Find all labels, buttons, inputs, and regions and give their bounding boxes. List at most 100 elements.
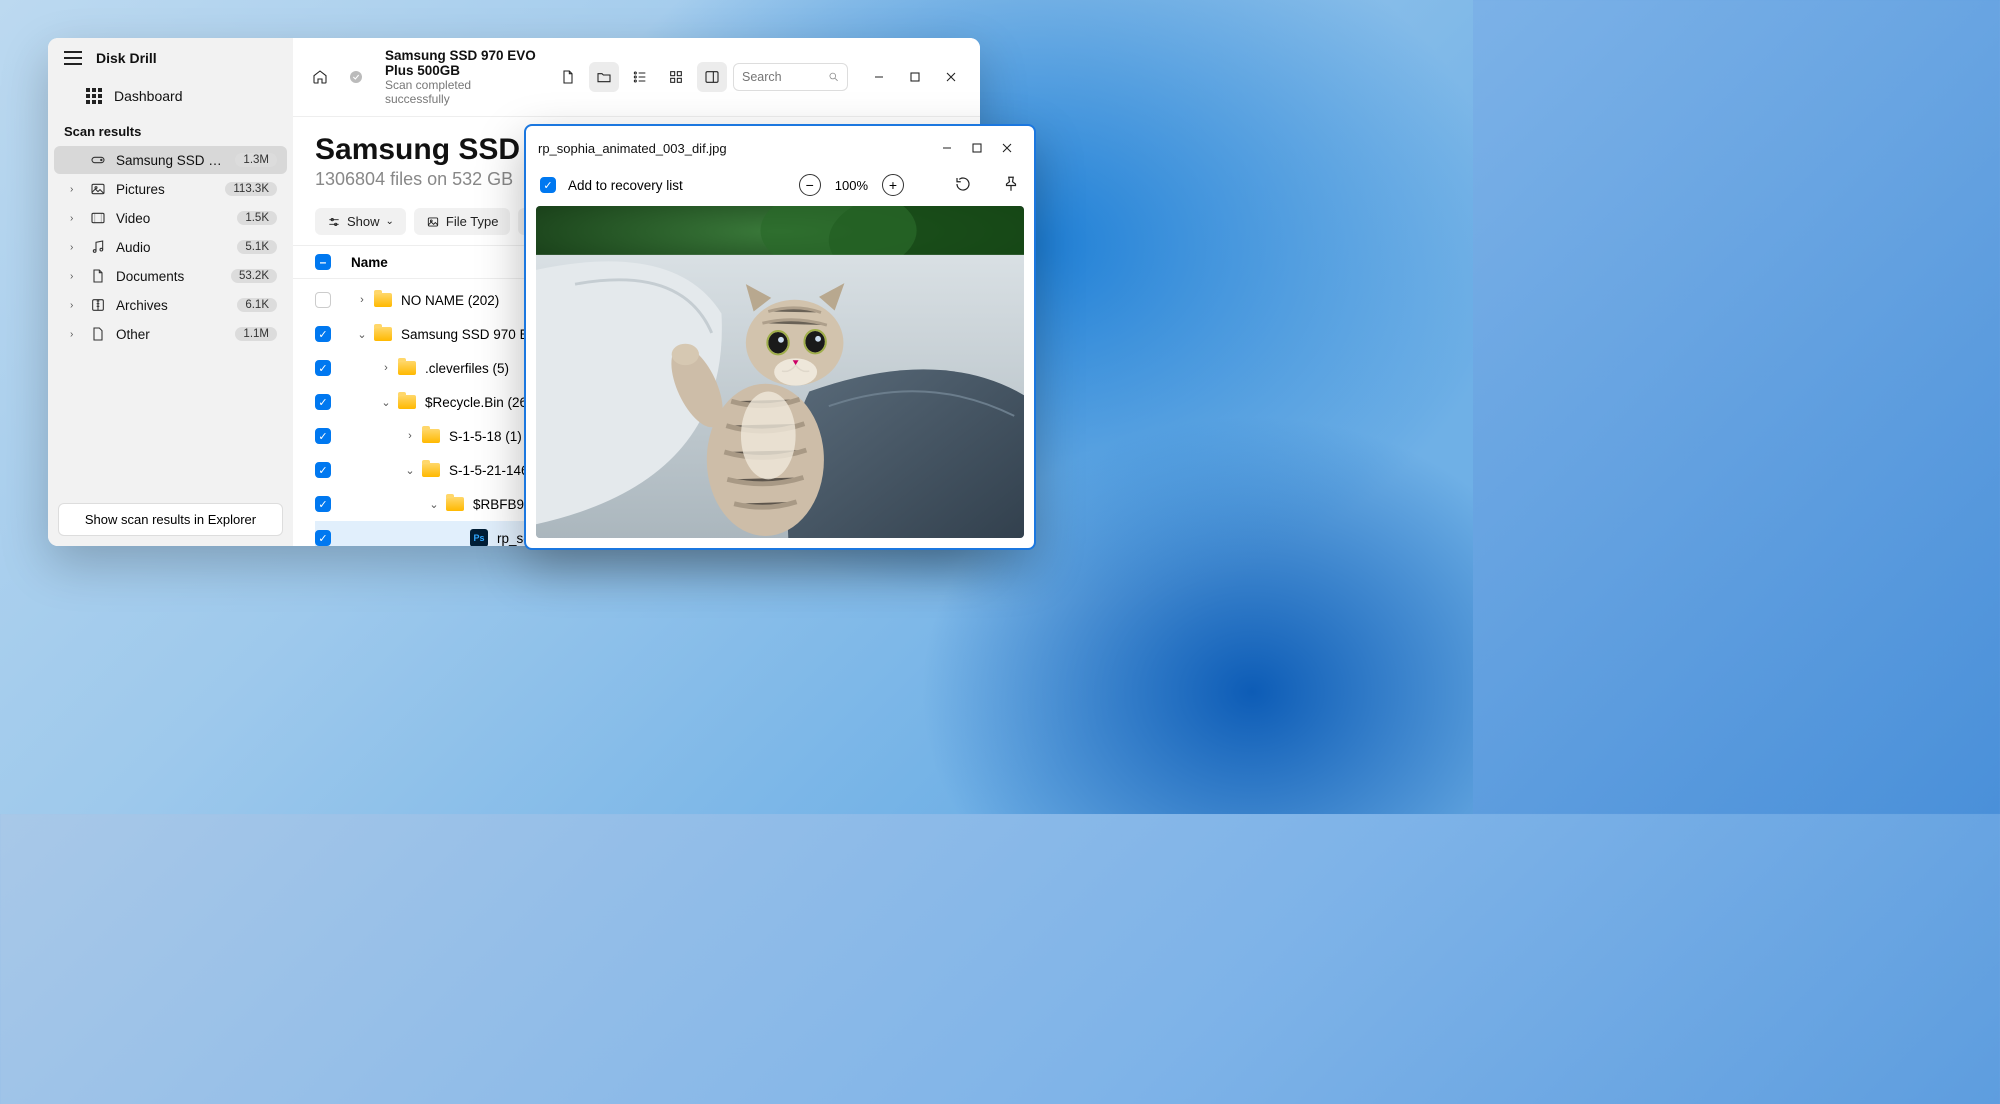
preview-panel-icon[interactable] (697, 62, 727, 92)
home-icon[interactable] (305, 62, 335, 92)
row-checkbox[interactable] (315, 360, 331, 376)
preview-window: rp_sophia_animated_003_dif.jpg Add to re… (524, 124, 1036, 550)
show-filter-label: Show (347, 214, 380, 229)
chevron-right-icon[interactable]: › (355, 294, 369, 306)
maximize-button[interactable] (898, 62, 932, 92)
sidebar-item-label: Documents (116, 269, 221, 284)
preview-maximize-button[interactable] (962, 134, 992, 162)
row-checkbox[interactable] (315, 326, 331, 342)
sidebar-item-label: Audio (116, 240, 227, 255)
chevron-right-icon[interactable]: › (403, 430, 417, 442)
search-box[interactable] (733, 63, 848, 91)
close-button[interactable] (934, 62, 968, 92)
revert-icon[interactable] (954, 175, 972, 196)
preview-toolbar: Add to recovery list − 100% + (526, 170, 1034, 206)
sidebar: Disk Drill Dashboard Scan results Samsun… (48, 38, 293, 546)
chevron-right-icon[interactable]: › (379, 362, 393, 374)
add-to-recovery-checkbox[interactable] (540, 177, 556, 193)
pin-icon[interactable] (1002, 175, 1020, 196)
photoshop-file-icon: Ps (469, 528, 489, 546)
sidebar-item-count: 1.1M (235, 327, 277, 341)
sidebar-item-label: Pictures (116, 182, 215, 197)
document-icon (90, 268, 106, 284)
chevron-right-icon: › (70, 213, 80, 224)
file-type-filter-button[interactable]: File Type (414, 208, 511, 235)
chevron-down-icon[interactable]: ⌄ (355, 328, 369, 341)
sidebar-item-other[interactable]: ›Other1.1M (54, 320, 287, 348)
dashboard-nav[interactable]: Dashboard (48, 78, 293, 114)
chevron-right-icon: › (70, 242, 80, 253)
row-checkbox[interactable] (315, 428, 331, 444)
topbar-title: Samsung SSD 970 EVO Plus 500GB (385, 48, 539, 78)
search-input[interactable] (742, 70, 822, 84)
chevron-right-icon: › (70, 184, 80, 195)
sidebar-item-archive[interactable]: › Archives 6.1K (54, 291, 287, 319)
preview-titlebar: rp_sophia_animated_003_dif.jpg (526, 126, 1034, 170)
row-checkbox[interactable] (315, 292, 331, 308)
topbar: Samsung SSD 970 EVO Plus 500GB Scan comp… (293, 38, 980, 117)
chevron-down-icon[interactable]: ⌄ (427, 498, 441, 511)
picture-icon (90, 181, 106, 197)
sidebar-section-header: Scan results (48, 114, 293, 145)
sidebar-item-drive[interactable]: Samsung SSD 970 EVO...1.3M (54, 146, 287, 174)
chevron-right-icon: › (70, 300, 80, 311)
chevron-down-icon: ⌄ (386, 216, 394, 227)
folder-icon (397, 358, 417, 378)
show-in-explorer-button[interactable]: Show scan results in Explorer (58, 503, 283, 536)
sidebar-item-video[interactable]: ›Video1.5K (54, 204, 287, 232)
preview-close-button[interactable] (992, 134, 1022, 162)
folder-icon (421, 426, 441, 446)
chevron-down-icon[interactable]: ⌄ (379, 396, 393, 409)
status-check-icon (341, 62, 371, 92)
row-checkbox[interactable] (315, 530, 331, 546)
row-name: $Recycle.Bin (263) (425, 395, 539, 410)
hamburger-icon[interactable] (64, 51, 82, 65)
window-controls (862, 62, 968, 92)
sidebar-item-count: 113.3K (225, 182, 277, 196)
show-filter-button[interactable]: Show ⌄ (315, 208, 406, 235)
sidebar-item-count: 6.1K (237, 298, 277, 312)
sidebar-item-count: 53.2K (231, 269, 277, 283)
dashboard-grid-icon (86, 88, 102, 104)
preview-image (536, 206, 1024, 538)
file-icon[interactable] (553, 62, 583, 92)
select-all-checkbox[interactable] (315, 254, 331, 270)
audio-icon (90, 239, 106, 255)
sidebar-footer: Show scan results in Explorer (48, 493, 293, 546)
minimize-button[interactable] (862, 62, 896, 92)
sidebar-item-audio[interactable]: › Audio 5.1K (54, 233, 287, 261)
row-checkbox[interactable] (315, 496, 331, 512)
sliders-icon (327, 215, 341, 229)
grid-view-icon[interactable] (661, 62, 691, 92)
dashboard-label: Dashboard (114, 88, 183, 104)
folder-view-icon[interactable] (589, 62, 619, 92)
search-icon (828, 70, 839, 84)
topbar-title-block: Samsung SSD 970 EVO Plus 500GB Scan comp… (377, 48, 547, 106)
row-checkbox[interactable] (315, 462, 331, 478)
folder-icon (373, 324, 393, 344)
drive-icon (90, 152, 106, 168)
chevron-down-icon[interactable]: ⌄ (403, 464, 417, 477)
zoom-out-button[interactable]: − (799, 174, 821, 196)
name-column-header[interactable]: Name (351, 255, 388, 270)
sidebar-header: Disk Drill (48, 38, 293, 78)
sidebar-item-label: Archives (116, 298, 227, 313)
sidebar-item-picture[interactable]: › Pictures 113.3K (54, 175, 287, 203)
sidebar-item-count: 1.5K (237, 211, 277, 225)
sidebar-item-label: Samsung SSD 970 EVO... (116, 153, 225, 168)
app-title: Disk Drill (96, 50, 157, 66)
list-view-icon[interactable] (625, 62, 655, 92)
preview-minimize-button[interactable] (932, 134, 962, 162)
file-type-icon (426, 215, 440, 229)
sidebar-item-count: 5.1K (237, 240, 277, 254)
row-name: NO NAME (202) (401, 293, 499, 308)
zoom-level: 100% (831, 178, 872, 193)
video-icon (90, 210, 106, 226)
row-checkbox[interactable] (315, 394, 331, 410)
row-name: .cleverfiles (5) (425, 361, 509, 376)
topbar-subtitle: Scan completed successfully (385, 78, 539, 106)
chevron-right-icon: › (70, 329, 80, 340)
sidebar-item-document[interactable]: ›Documents53.2K (54, 262, 287, 290)
zoom-in-button[interactable]: + (882, 174, 904, 196)
folder-icon (373, 290, 393, 310)
